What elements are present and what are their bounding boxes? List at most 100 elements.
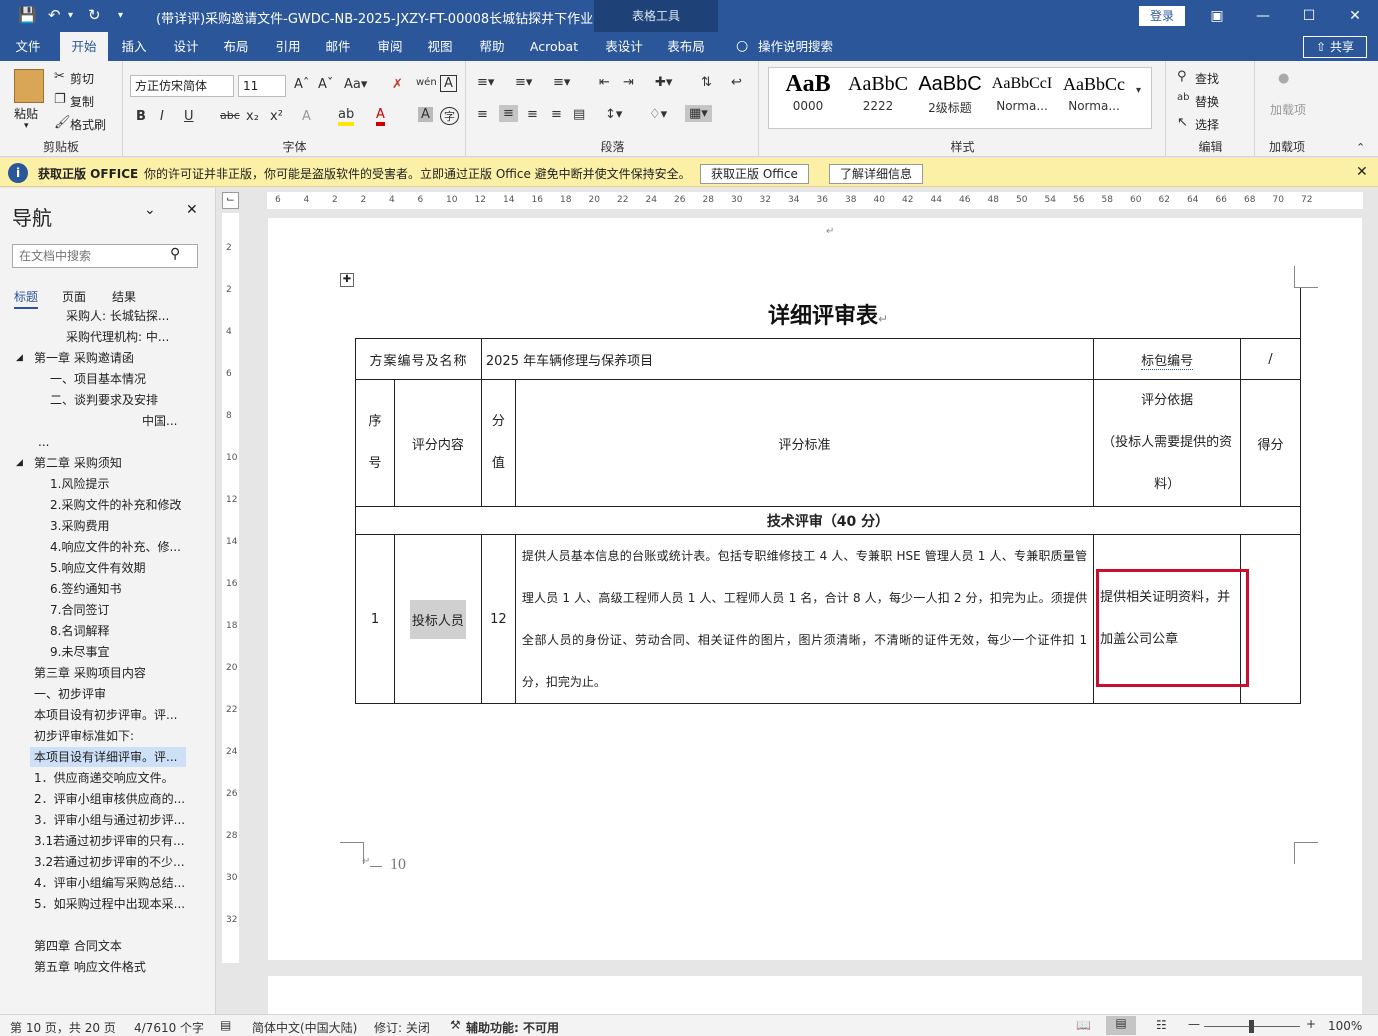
character-shading-icon[interactable]: A (418, 107, 433, 122)
find-button[interactable]: 查找 (1195, 70, 1219, 87)
undo-icon[interactable]: ↶ (48, 6, 61, 24)
tab-table-design[interactable]: 表设计 (598, 32, 650, 61)
section-header-cell[interactable]: 技术评审（40 分） (355, 506, 1301, 535)
maximize-button[interactable]: ☐ (1286, 0, 1332, 32)
paste-icon[interactable] (14, 69, 44, 103)
header-basis-cell[interactable]: 评分依据 （投标人需要提供的资料） (1093, 379, 1241, 507)
nav-heading-item[interactable]: ◢ 第二章 采购须知 (0, 453, 216, 473)
zoom-in-icon[interactable]: + (1306, 1017, 1316, 1031)
align-center-icon[interactable]: ≡ (499, 105, 518, 122)
superscript-icon[interactable]: x² (270, 109, 283, 124)
enclose-characters-icon[interactable]: 字 (440, 107, 459, 125)
nav-heading-item[interactable]: 2.采购文件的补充和修改 (0, 495, 216, 515)
asian-layout-icon[interactable]: ✚▾ (655, 75, 672, 90)
plan-value-cell[interactable]: 2025 年车辆修理与保养项目 (480, 338, 1095, 380)
text-effects-icon[interactable]: A (302, 109, 311, 124)
plan-label-cell[interactable]: 方案编号及名称 (355, 338, 482, 380)
align-left-icon[interactable]: ≡ (477, 107, 488, 122)
copy-icon[interactable]: ❐ (54, 92, 66, 107)
find-icon[interactable]: ⚲ (1177, 69, 1187, 84)
zoom-level[interactable]: 100% (1328, 1019, 1362, 1033)
select-icon[interactable]: ↖ (1177, 115, 1188, 130)
tab-file[interactable]: 文件 (6, 32, 50, 61)
row1-content-cell[interactable]: 投标人员 (393, 534, 482, 704)
nav-heading-item[interactable]: 第四章 合同文本 (0, 936, 216, 956)
tab-table-layout[interactable]: 表布局 (660, 32, 712, 61)
nav-options-icon[interactable]: ⌄ (144, 202, 156, 218)
vertical-ruler[interactable]: 2 2 4 6 8 10 12 14 16 18 20 22 24 26 28 30 32 (222, 213, 239, 963)
shrink-font-icon[interactable]: Aˇ (318, 77, 333, 92)
nav-close-icon[interactable]: ✕ (186, 202, 198, 218)
get-genuine-button[interactable]: 获取正版 Office (700, 164, 809, 184)
nav-heading-item[interactable]: 采购代理机构: 中... (0, 327, 216, 347)
paste-button[interactable]: 粘贴 (14, 105, 38, 122)
table-move-handle-icon[interactable]: ✚ (340, 273, 354, 287)
close-button[interactable]: ✕ (1332, 0, 1378, 32)
nav-heading-item[interactable]: 2．评审小组审核供应商的... (0, 789, 216, 809)
line-spacing-icon[interactable]: ↕▾ (605, 107, 622, 122)
change-case-icon[interactable]: Aa▾ (344, 77, 367, 92)
font-size-combo[interactable]: 11 (238, 75, 286, 97)
zoom-out-icon[interactable]: — (1188, 1017, 1200, 1031)
word-count[interactable]: 4/7610 个字 (134, 1019, 204, 1036)
format-painter-button[interactable]: 格式刷 (70, 116, 106, 133)
accessibility-icon[interactable]: ⚒ (450, 1018, 461, 1032)
character-border-icon[interactable]: A (440, 75, 457, 92)
zoom-slider-thumb[interactable] (1249, 1020, 1254, 1033)
track-changes-status[interactable]: 修订: 关闭 (374, 1019, 430, 1036)
header-content-cell[interactable]: 评分内容 (393, 379, 482, 507)
header-points-cell[interactable]: 分值 (480, 379, 516, 507)
tab-review[interactable]: 审阅 (368, 32, 412, 61)
nav-heading-item[interactable] (0, 915, 216, 935)
tab-view[interactable]: 视图 (418, 32, 462, 61)
row1-score-cell[interactable] (1240, 534, 1301, 704)
nav-heading-item[interactable]: 第五章 响应文件格式 (0, 957, 216, 977)
strikethrough-icon[interactable]: abc (220, 109, 240, 122)
collapse-arrow-icon[interactable]: ◢ (16, 348, 23, 368)
increase-indent-icon[interactable]: ⇥ (623, 75, 634, 90)
nav-heading-item[interactable]: 3．评审小组与通过初步评... (0, 810, 216, 830)
nav-tab-pages[interactable]: 页面 (62, 288, 86, 305)
nav-heading-item[interactable]: ◢ 第一章 采购邀请函 (0, 348, 216, 368)
collapse-ribbon-icon[interactable]: ⌃ (1356, 141, 1365, 154)
copy-button[interactable]: 复制 (70, 93, 94, 110)
multilevel-list-icon[interactable]: ≡▾ (553, 75, 570, 90)
nav-heading-item[interactable]: 9.未尽事宜 (0, 642, 216, 662)
page-count[interactable]: 第 10 页，共 20 页 (10, 1019, 116, 1036)
nav-heading-item[interactable]: 4．评审小组编写采购总结... (0, 873, 216, 893)
proofing-icon[interactable]: ▤ (220, 1018, 231, 1032)
paste-dropdown-icon[interactable]: ▾ (24, 121, 29, 131)
row1-standard-cell[interactable]: 提供人员基本信息的台账或统计表。包括专职维修技工 4 人、专兼职 HSE 管理人… (514, 534, 1095, 704)
grow-font-icon[interactable]: Aˆ (294, 77, 309, 92)
tab-references[interactable]: 引用 (266, 32, 310, 61)
sort-icon[interactable]: ⇅ (701, 75, 712, 90)
nav-heading-item[interactable]: 本项目设有详细评审。评... (30, 747, 186, 767)
font-color-icon[interactable]: A (376, 107, 385, 126)
next-page[interactable] (268, 976, 1362, 1016)
accessibility-status[interactable]: 辅助功能: 不可用 (466, 1019, 559, 1036)
tab-help[interactable]: 帮助 (470, 32, 514, 61)
tab-selector-icon[interactable]: ⌙ (222, 192, 239, 209)
tab-acrobat[interactable]: Acrobat (526, 32, 582, 61)
nav-heading-item[interactable]: 5．如采购过程中出现本采... (0, 894, 216, 914)
header-standard-cell[interactable]: 评分标准 (514, 379, 1095, 507)
minimize-button[interactable]: — (1240, 0, 1286, 32)
nav-heading-item[interactable]: 3.1若通过初步评审的只有... (0, 831, 216, 851)
nav-heading-item[interactable]: 7.合同签订 (0, 600, 216, 620)
show-marks-icon[interactable]: ↩ (731, 75, 742, 90)
justify-icon[interactable]: ≡ (551, 107, 562, 122)
customize-qat-icon[interactable]: ▾ (118, 10, 123, 21)
select-button[interactable]: 选择 (1195, 116, 1219, 133)
horizontal-ruler[interactable]: 6 4 2 2 4 6 10 12 14 16 18 20 22 24 26 28 30 32 34 36 38 40 42… (267, 192, 1363, 209)
highlight-icon[interactable]: ab (338, 107, 355, 126)
row1-seq-cell[interactable]: 1 (355, 534, 395, 704)
replace-icon[interactable]: ab (1177, 92, 1189, 103)
italic-icon[interactable]: I (160, 109, 164, 124)
style-heading-2[interactable]: AaBbC 2级标题 (914, 69, 986, 127)
collapse-arrow-icon[interactable]: ◢ (16, 453, 23, 473)
cut-button[interactable]: 剪切 (70, 70, 94, 87)
tab-mailings[interactable]: 邮件 (316, 32, 360, 61)
nav-heading-item[interactable]: 3.采购费用 (0, 516, 216, 536)
nav-heading-item[interactable]: 一、初步评审 (0, 684, 216, 704)
learn-more-button[interactable]: 了解详细信息 (829, 164, 924, 184)
